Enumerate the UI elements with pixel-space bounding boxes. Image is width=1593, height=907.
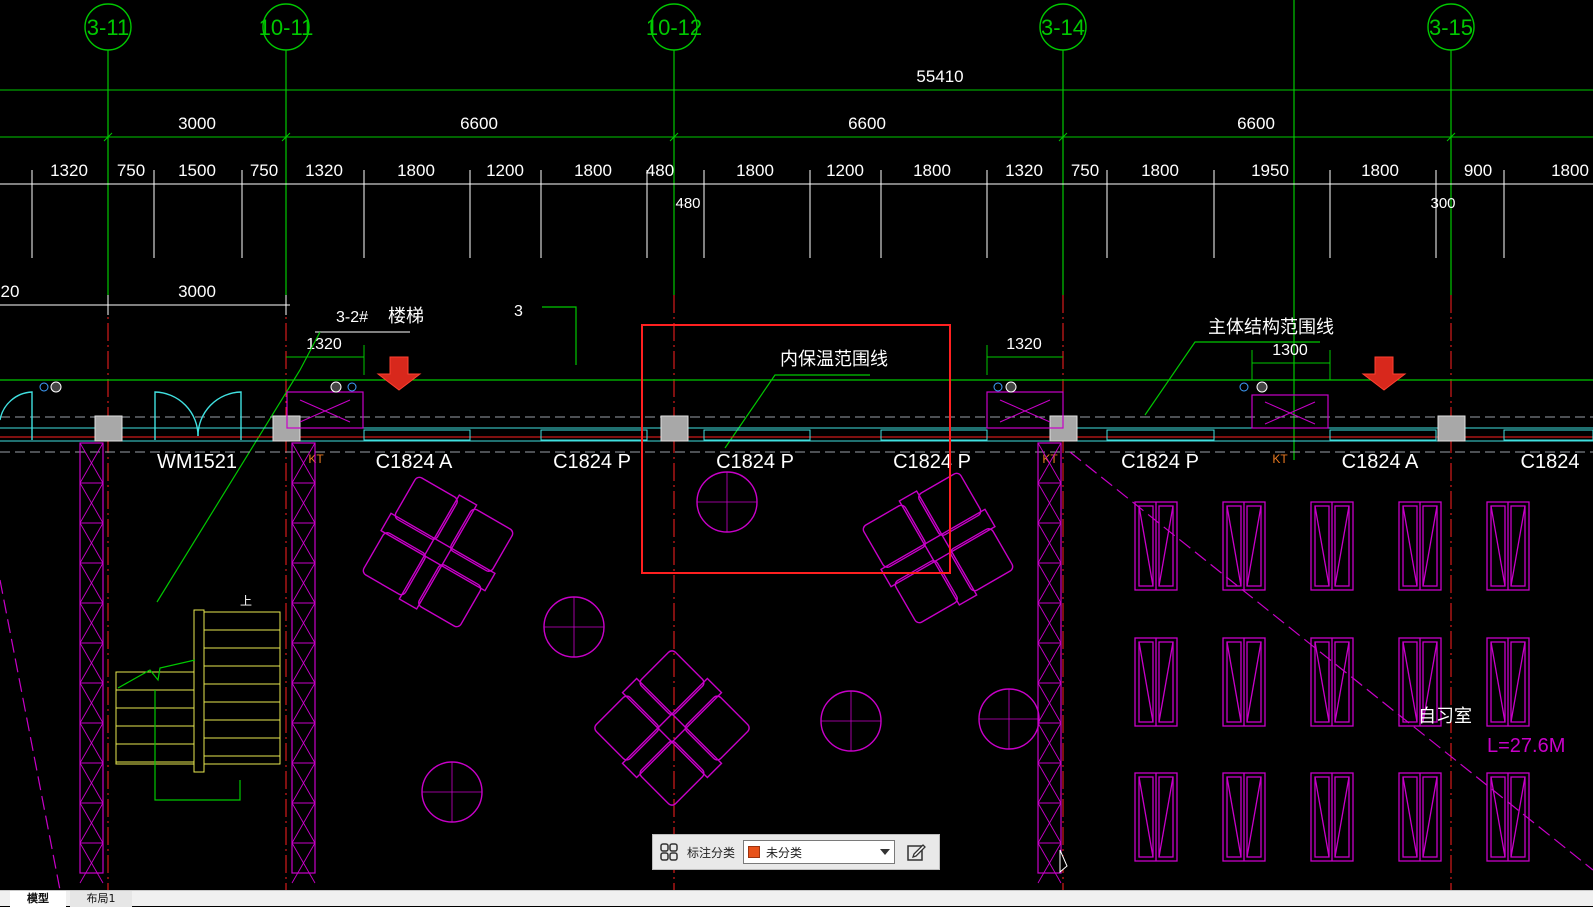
window-label: C1824 A xyxy=(376,451,453,473)
grid-bubble-label: 3-14 xyxy=(1041,15,1085,40)
cad-drawing-canvas[interactable]: 3-11 10-11 10-12 3-14 3-15 55410 3000 66… xyxy=(0,0,1593,890)
annotation-category-value: 未分类 xyxy=(766,845,803,860)
window-label: C1824 P xyxy=(553,451,631,473)
detail-dimension: 1800 xyxy=(913,161,951,180)
bay-dimension: 6600 xyxy=(460,114,498,133)
annotation-category-label: 标注分类 xyxy=(687,845,736,860)
inner-insulation-label: 内保温范围线 xyxy=(780,349,888,369)
detail-dimension: 1320 xyxy=(305,161,343,180)
stair-dimension: 3000 xyxy=(178,282,216,301)
detail-dimension: 1800 xyxy=(574,161,612,180)
room-label: 自习室 xyxy=(1418,706,1472,726)
annotation-category-select[interactable]: 未分类 xyxy=(743,840,896,864)
sub-dimension: 480 xyxy=(675,195,700,212)
detail-dimension: 1200 xyxy=(486,161,524,180)
detail-dimension: 1800 xyxy=(1551,161,1589,180)
edit-icon[interactable] xyxy=(903,839,929,865)
detail-dimension: 1320 xyxy=(1005,161,1043,180)
detail-dimension: 1800 xyxy=(397,161,435,180)
detail-dimension: 1950 xyxy=(1251,161,1289,180)
mouse-cursor-icon xyxy=(1059,849,1068,874)
grid-bubble-label: 3-11 xyxy=(87,15,129,40)
bay-dimension: 6600 xyxy=(1237,114,1275,133)
detail-dimension: 1800 xyxy=(1361,161,1399,180)
detail-dimension: 1500 xyxy=(178,161,216,180)
dimension-1320: 1320 xyxy=(306,336,342,353)
window-label: C1824 A xyxy=(1342,451,1419,473)
detail-dimension: 1200 xyxy=(826,161,864,180)
grid-bubble-label: 3-15 xyxy=(1429,15,1473,40)
window-label: C1824 P xyxy=(716,451,794,473)
stair-label: 楼梯 xyxy=(388,306,424,326)
chevron-down-icon[interactable] xyxy=(880,849,891,855)
grid-bubble-label: 10-12 xyxy=(646,15,702,40)
stair-up-label: 上 xyxy=(240,594,252,608)
bay-dimension: 3000 xyxy=(178,114,216,133)
tab-layout1[interactable]: 布局1 xyxy=(70,891,132,907)
cad-drawing[interactable]: 3-11 10-11 10-12 3-14 3-15 55410 3000 66… xyxy=(0,0,1593,890)
layout-tab-bar: 模型 布局1 xyxy=(0,890,1593,907)
dimension-1300: 1300 xyxy=(1272,342,1308,359)
detail-dimension: 1320 xyxy=(50,161,88,180)
detail-dimension: 900 xyxy=(1464,161,1492,180)
stair-dimension-left: 20 xyxy=(1,282,20,301)
detail-dimension: 750 xyxy=(117,161,145,180)
length-label: L=27.6M xyxy=(1487,735,1565,757)
main-structure-label: 主体结构范围线 xyxy=(1208,317,1334,337)
detail-dimension: 750 xyxy=(250,161,278,180)
category-color-swatch xyxy=(748,846,761,858)
detail-dimension: 750 xyxy=(1071,161,1099,180)
column-tag: KT xyxy=(308,452,324,466)
grid-icon[interactable] xyxy=(659,842,679,862)
overall-dimension: 55410 xyxy=(916,67,963,86)
window-label: C1824 xyxy=(1521,451,1580,473)
window-label: C1824 P xyxy=(1121,451,1199,473)
section-mark: 3 xyxy=(514,303,523,320)
detail-dimension: 480 xyxy=(646,161,674,180)
door-label: WM1521 xyxy=(157,451,237,473)
tab-model[interactable]: 模型 xyxy=(10,891,66,907)
dimension-1320: 1320 xyxy=(1006,336,1042,353)
detail-dimension: 1800 xyxy=(1141,161,1179,180)
detail-dimension: 1800 xyxy=(736,161,774,180)
window-label: C1824 P xyxy=(893,451,971,473)
stair-id-label: 3-2# xyxy=(336,309,368,326)
grid-bubble-label: 10-11 xyxy=(259,15,314,40)
bay-dimension: 6600 xyxy=(848,114,886,133)
annotation-category-toolbar: 标注分类 未分类 xyxy=(652,834,940,870)
column-tag: KT xyxy=(1272,452,1288,466)
sub-dimension: 300 xyxy=(1430,195,1455,212)
